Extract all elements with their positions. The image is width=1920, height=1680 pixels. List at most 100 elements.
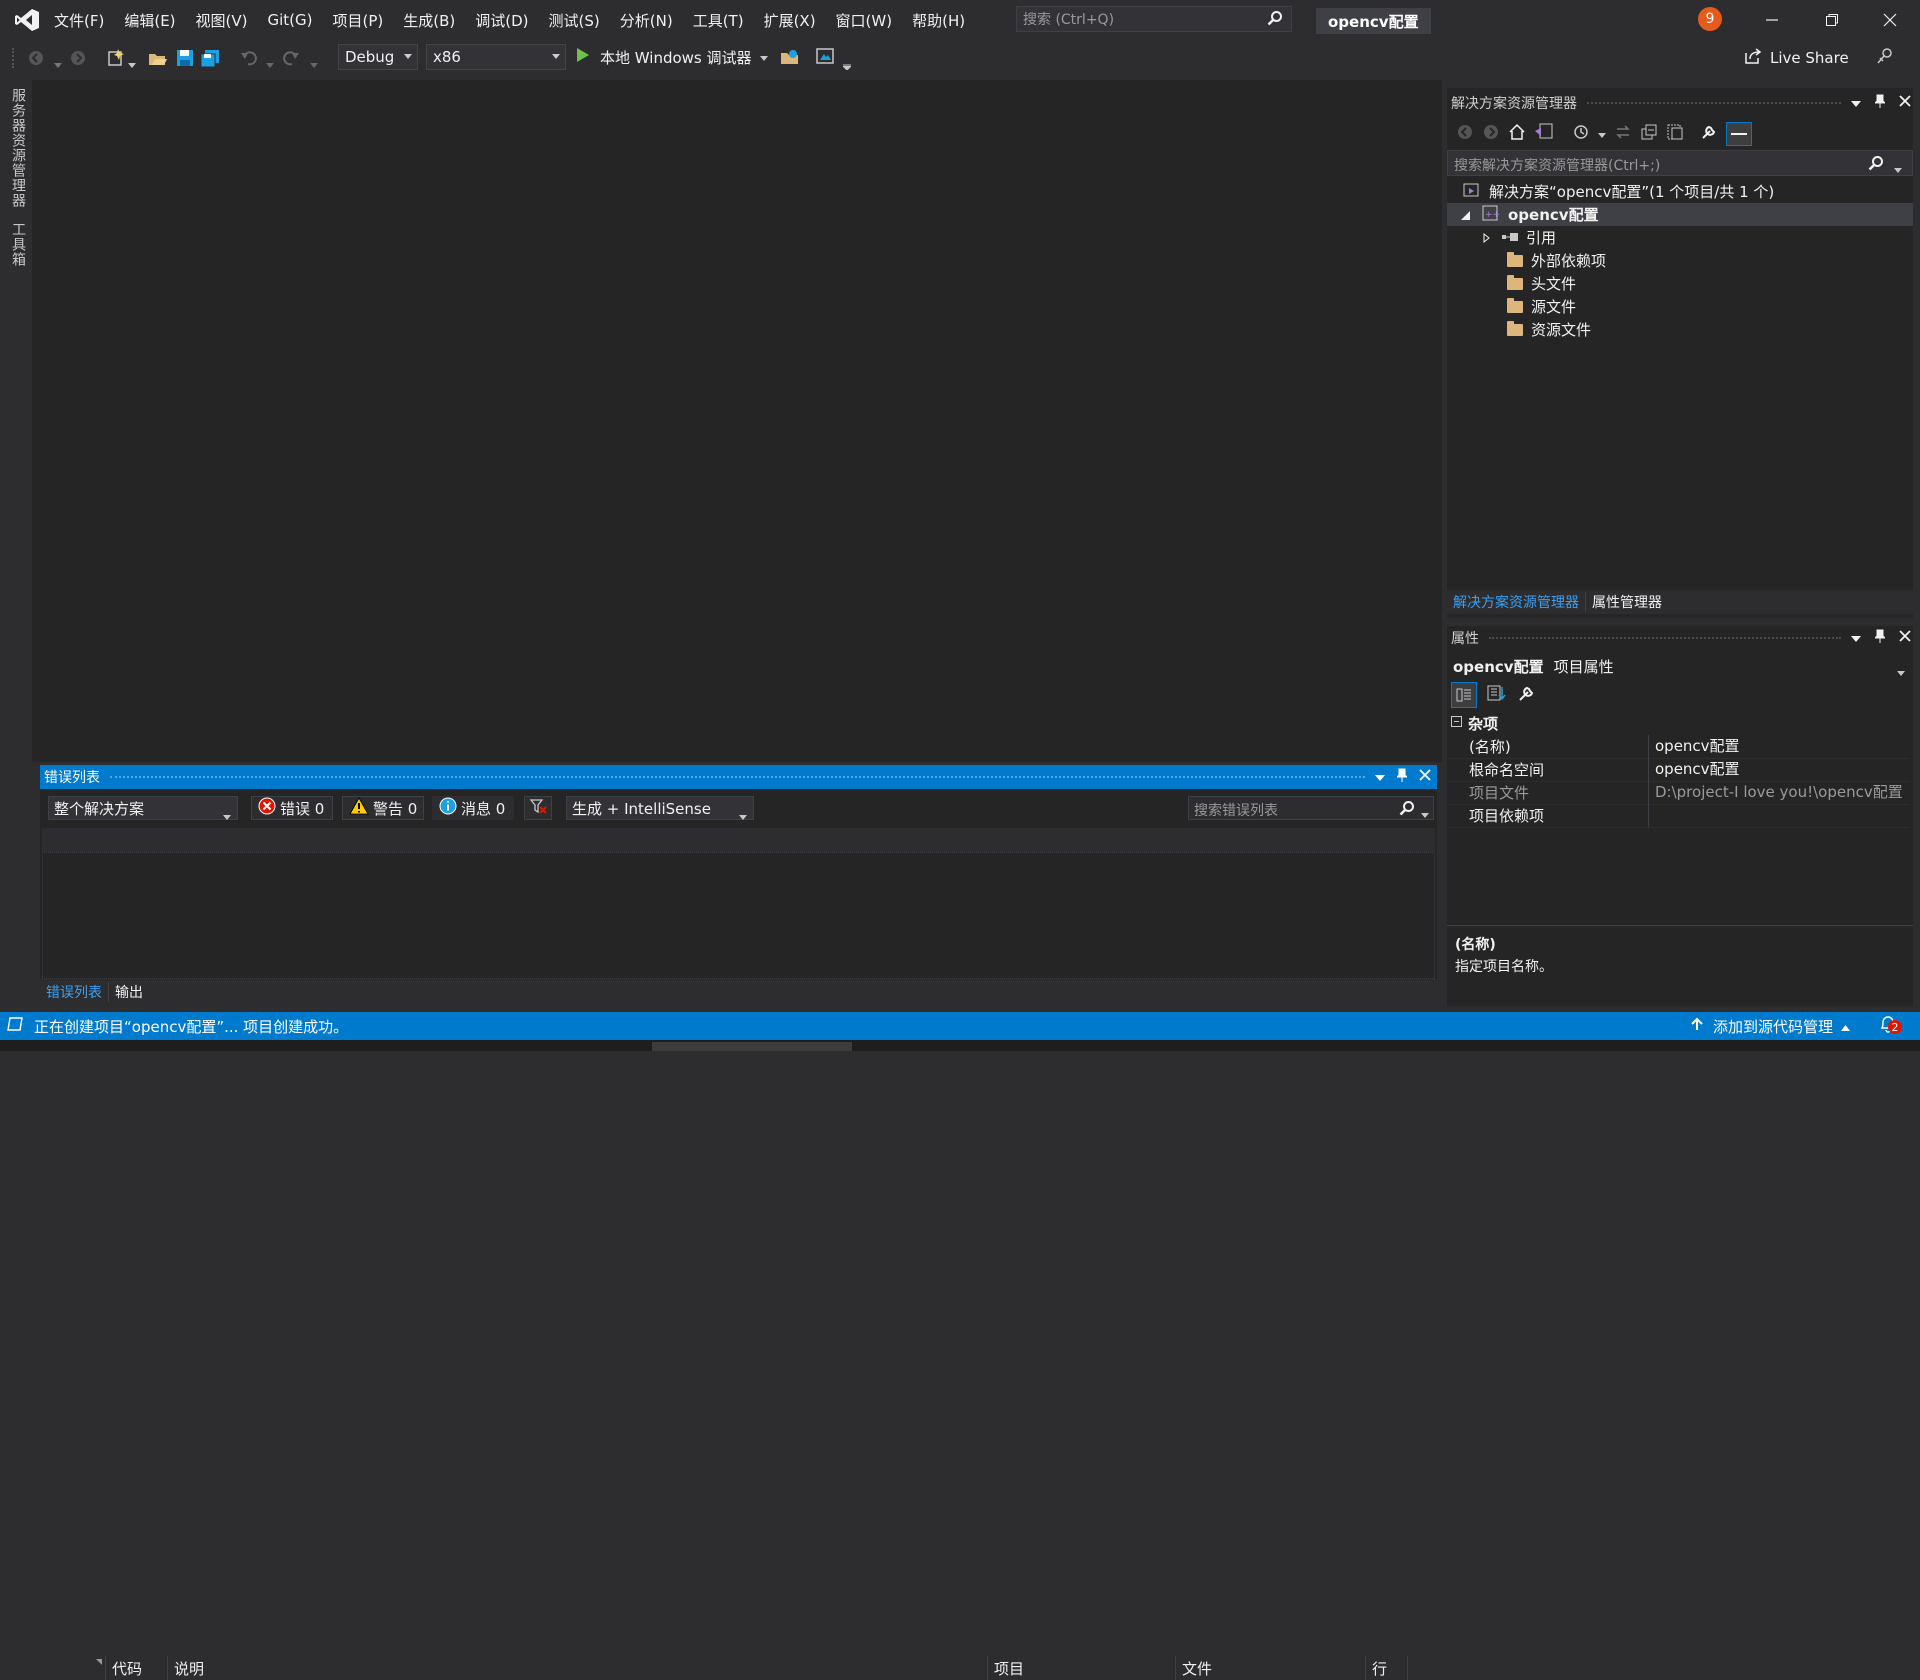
menu-view[interactable]: 视图(V): [186, 0, 258, 40]
toolbar-grip[interactable]: [12, 48, 18, 68]
collapse-all-icon[interactable]: [1640, 123, 1658, 145]
switch-views-icon[interactable]: [1534, 123, 1554, 145]
column-severity[interactable]: [42, 1656, 106, 1680]
menu-edit[interactable]: 编辑(E): [114, 0, 185, 40]
column-project[interactable]: 项目: [988, 1656, 1176, 1680]
column-file[interactable]: 文件: [1176, 1656, 1366, 1680]
panel-dropdown-icon[interactable]: [1851, 630, 1861, 646]
error-search-input[interactable]: 搜索错误列表: [1188, 796, 1434, 820]
tab-output[interactable]: 输出: [108, 982, 149, 1002]
tree-folder-resource-files[interactable]: 资源文件: [1447, 318, 1591, 341]
tree-references-node[interactable]: 引用: [1447, 226, 1556, 249]
search-options-dropdown-icon[interactable]: [1421, 806, 1429, 822]
tree-solution-node[interactable]: 解决方案“opencv配置”(1 个项目/共 1 个): [1447, 180, 1774, 203]
redo-icon[interactable]: [282, 50, 300, 70]
error-scope-select[interactable]: 整个解决方案: [48, 796, 238, 820]
menu-test[interactable]: 测试(S): [539, 0, 610, 40]
collapse-box-icon[interactable]: [1451, 715, 1462, 731]
close-icon[interactable]: [1899, 630, 1911, 646]
close-icon[interactable]: [1899, 95, 1911, 111]
pin-icon[interactable]: [1395, 768, 1409, 786]
tab-error-list[interactable]: 错误列表: [40, 982, 108, 1002]
menu-tools[interactable]: 工具(T): [683, 0, 754, 40]
panel-dropdown-icon[interactable]: [1375, 769, 1385, 785]
menu-file[interactable]: 文件(F): [44, 0, 114, 40]
open-file-icon[interactable]: [148, 49, 168, 71]
back-dropdown-icon[interactable]: [54, 56, 62, 72]
add-to-source-control-button[interactable]: 添加到源代码管理: [1691, 1016, 1850, 1037]
solution-platform-select[interactable]: x86: [426, 44, 566, 70]
back-icon[interactable]: [1456, 123, 1474, 145]
menu-analyze[interactable]: 分析(N): [610, 0, 683, 40]
toolbar-overflow-icon[interactable]: [841, 58, 853, 74]
pin-icon[interactable]: [1873, 94, 1887, 112]
save-all-icon[interactable]: [200, 49, 220, 71]
home-icon[interactable]: [1508, 123, 1526, 145]
filter-dropdown-icon[interactable]: [1598, 126, 1606, 142]
clear-filter-button[interactable]: [524, 796, 552, 820]
menu-extensions[interactable]: 扩展(X): [754, 0, 826, 40]
visual-studio-logo-icon[interactable]: [14, 8, 40, 32]
property-value[interactable]: [1648, 804, 1910, 827]
menu-window[interactable]: 窗口(W): [826, 0, 903, 40]
screenshot-tool-icon[interactable]: [816, 48, 834, 68]
show-all-files-icon[interactable]: [1666, 123, 1684, 145]
tree-folder-source-files[interactable]: 源文件: [1447, 295, 1576, 318]
close-icon[interactable]: [1419, 769, 1431, 785]
live-share-button[interactable]: Live Share: [1744, 45, 1849, 71]
tree-folder-external-deps[interactable]: 外部依赖项: [1447, 249, 1606, 272]
tree-project-node[interactable]: ++ opencv配置: [1447, 203, 1913, 226]
property-row-name[interactable]: (名称) opencv配置: [1447, 735, 1910, 759]
restore-icon[interactable]: [1824, 12, 1840, 32]
expanded-triangle-icon[interactable]: [1461, 206, 1470, 224]
property-pages-wrench-icon[interactable]: [1517, 684, 1537, 706]
redo-dropdown-icon[interactable]: [310, 56, 318, 72]
new-project-dropdown-icon[interactable]: [128, 56, 136, 72]
run-dropdown-icon[interactable]: [759, 49, 768, 65]
property-row-project-file[interactable]: 项目文件 D:\project-I love you!\opencv配置: [1447, 781, 1910, 805]
pending-changes-filter-icon[interactable]: [1572, 123, 1590, 145]
property-value[interactable]: opencv配置: [1648, 758, 1910, 781]
property-row-dependencies[interactable]: 项目依赖项: [1447, 804, 1910, 828]
quick-search-input[interactable]: 搜索 (Ctrl+Q): [1016, 6, 1292, 32]
errors-filter-button[interactable]: 错误 0: [251, 796, 333, 820]
column-code[interactable]: 代码: [106, 1656, 168, 1680]
minimize-icon[interactable]: [1764, 12, 1780, 32]
properties-object-selector[interactable]: opencv配置 项目属性: [1447, 654, 1913, 678]
tab-property-manager[interactable]: 属性管理器: [1585, 592, 1668, 612]
menu-project[interactable]: 项目(P): [323, 0, 394, 40]
undo-icon[interactable]: [240, 50, 258, 70]
close-window-icon[interactable]: [1882, 12, 1898, 32]
panel-dropdown-icon[interactable]: [1851, 95, 1861, 111]
navigate-forward-icon[interactable]: [70, 50, 86, 70]
menu-git[interactable]: Git(G): [258, 0, 323, 40]
tree-folder-header-files[interactable]: 头文件: [1447, 272, 1576, 295]
pin-icon[interactable]: [1873, 629, 1887, 647]
toolbox-tab[interactable]: 工具箱: [8, 222, 28, 267]
preview-selected-items-icon[interactable]: [1726, 122, 1752, 146]
solution-configuration-select[interactable]: Debug: [338, 44, 418, 70]
notification-badge[interactable]: 9: [1698, 7, 1722, 31]
messages-filter-button[interactable]: 消息 0: [432, 796, 514, 820]
build-filter-select[interactable]: 生成 + IntelliSense: [566, 796, 754, 820]
scroll-thumb[interactable]: [652, 1042, 852, 1051]
category-misc[interactable]: 杂项: [1451, 712, 1498, 734]
column-line[interactable]: 行: [1366, 1656, 1408, 1680]
alphabetical-icon[interactable]: [1487, 684, 1507, 706]
categorized-icon[interactable]: [1451, 682, 1477, 708]
menu-help[interactable]: 帮助(H): [902, 0, 975, 40]
server-explorer-tab[interactable]: 服务器资源管理器: [8, 88, 28, 208]
feedback-icon[interactable]: [1876, 47, 1894, 69]
collapsed-triangle-icon[interactable]: [1483, 229, 1490, 247]
start-debugging-button[interactable]: 本地 Windows 调试器: [576, 45, 768, 69]
tab-solution-explorer[interactable]: 解决方案资源管理器: [1447, 592, 1585, 612]
save-icon[interactable]: [176, 49, 194, 71]
warnings-filter-button[interactable]: 警告 0: [342, 796, 424, 820]
browse-folder-icon[interactable]: [780, 47, 800, 71]
new-project-icon[interactable]: [106, 48, 126, 72]
sync-icon[interactable]: [1614, 123, 1632, 145]
properties-wrench-icon[interactable]: [1700, 123, 1718, 145]
column-description[interactable]: 说明: [168, 1656, 988, 1680]
navigate-back-icon[interactable]: [28, 50, 44, 70]
forward-icon[interactable]: [1482, 123, 1500, 145]
